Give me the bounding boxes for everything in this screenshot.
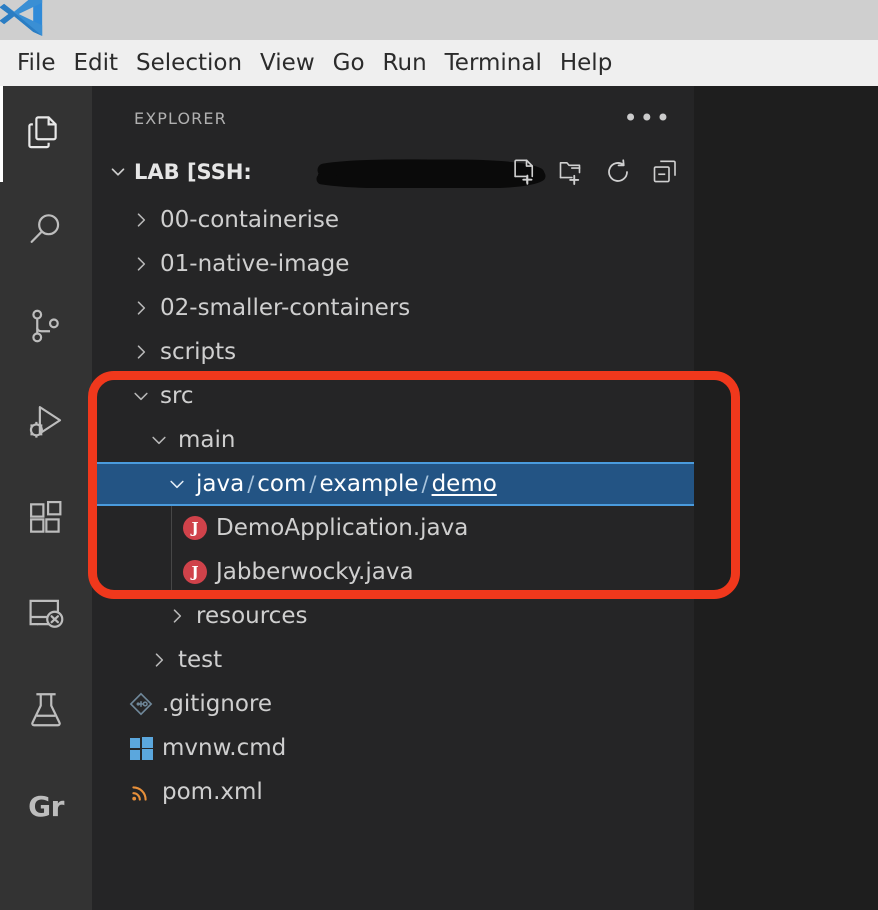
tree-item-label: src — [160, 382, 194, 409]
java-letter-badge: J — [183, 516, 207, 540]
activity-bar-item-remote-explorer[interactable] — [0, 566, 92, 662]
run-and-debug-icon — [29, 406, 62, 438]
new-file-icon[interactable] — [509, 157, 539, 187]
tree-row-gitignore[interactable]: .gitignore — [92, 682, 694, 726]
menu-item-help[interactable]: Help — [551, 48, 621, 79]
windows-logo-icon — [129, 736, 153, 760]
path-separator: / — [421, 471, 429, 496]
tree-item-label: java / com / example / demo — [196, 470, 497, 497]
indent-guide — [171, 550, 172, 594]
vscode-window: File Edit Selection View Go Run Terminal… — [0, 0, 878, 910]
menu-bar: File Edit Selection View Go Run Terminal… — [0, 40, 878, 86]
tree-item-label: .gitignore — [162, 690, 273, 717]
tree-row-demoapplication-java[interactable]: J DemoApplication.java — [92, 506, 694, 550]
tree-item-label: pom.xml — [162, 778, 263, 805]
tree-row-test[interactable]: test — [92, 638, 694, 682]
path-segment-java: java — [196, 470, 245, 497]
chevron-right-icon — [144, 645, 174, 675]
chevron-right-icon — [126, 337, 156, 367]
menu-item-file[interactable]: File — [8, 48, 65, 79]
activity-bar-item-testing[interactable] — [0, 662, 92, 758]
file-tree: 00-containerise 01-native-image 02-small… — [92, 198, 694, 814]
tree-row-main[interactable]: main — [92, 418, 694, 462]
chevron-down-icon — [126, 381, 156, 411]
chevron-right-icon — [126, 293, 156, 323]
tree-item-label: resources — [196, 602, 308, 629]
indent-guide — [171, 506, 172, 550]
editor-area — [694, 86, 878, 910]
title-bar — [0, 0, 878, 40]
gradle-text-icon: Gr — [28, 789, 64, 823]
path-separator: / — [309, 471, 317, 496]
chevron-down-icon — [162, 469, 192, 499]
chevron-right-icon — [126, 249, 156, 279]
tree-item-label: 02-smaller-containers — [160, 294, 411, 321]
path-segment-com: com — [257, 470, 307, 497]
tree-row-src[interactable]: src — [92, 374, 694, 418]
workspace-root-label: LAB [SSH: — [134, 160, 252, 184]
explorer-root-actions — [509, 150, 680, 194]
chevron-right-icon — [162, 601, 192, 631]
vscode-logo-icon — [0, 0, 43, 36]
collapse-all-icon[interactable] — [650, 157, 680, 187]
java-file-icon: J — [180, 557, 210, 587]
java-letter-badge: J — [183, 560, 207, 584]
activity-bar: Gr — [0, 86, 92, 910]
explorer-sidebar: EXPLORER ••• LAB [SSH: 00-containerise 0… — [92, 86, 694, 910]
chevron-right-icon — [126, 205, 156, 235]
source-control-branch-icon — [32, 309, 59, 343]
activity-bar-item-run-and-debug[interactable] — [0, 374, 92, 470]
tree-item-label: test — [178, 646, 223, 673]
new-folder-icon[interactable] — [556, 157, 586, 187]
menu-item-run[interactable]: Run — [374, 48, 436, 79]
menu-item-edit[interactable]: Edit — [65, 48, 128, 79]
menu-item-selection[interactable]: Selection — [127, 48, 251, 79]
menu-item-terminal[interactable]: Terminal — [436, 48, 551, 79]
windows-file-icon — [126, 733, 156, 763]
views-and-more-actions-button[interactable]: ••• — [624, 106, 672, 130]
menu-item-view[interactable]: View — [251, 48, 324, 79]
extensions-icon — [30, 500, 62, 533]
chevron-down-icon — [144, 425, 174, 455]
tree-row-02-smaller-containers[interactable]: 02-smaller-containers — [92, 286, 694, 330]
tree-item-label: main — [178, 426, 236, 453]
tree-row-01-native-image[interactable]: 01-native-image — [92, 242, 694, 286]
activity-bar-item-search[interactable] — [0, 182, 92, 278]
activity-bar-item-source-control[interactable] — [0, 278, 92, 374]
activity-bar-item-extensions[interactable] — [0, 470, 92, 566]
tree-row-pom-xml[interactable]: pom.xml — [92, 770, 694, 814]
activity-bar-item-explorer[interactable] — [0, 86, 92, 182]
path-segment-example: example — [319, 470, 419, 497]
files-icon — [28, 116, 57, 149]
tree-row-java-com-example-demo[interactable]: java / com / example / demo — [92, 462, 694, 506]
tree-item-label: 01-native-image — [160, 250, 350, 277]
tree-item-label: Jabberwocky.java — [216, 558, 414, 585]
tree-item-label: scripts — [160, 338, 237, 365]
explorer-title-bar: EXPLORER ••• — [92, 86, 694, 150]
refresh-icon[interactable] — [603, 157, 633, 187]
tree-row-jabberwocky-java[interactable]: J Jabberwocky.java — [92, 550, 694, 594]
chevron-down-icon — [104, 158, 132, 186]
tree-row-scripts[interactable]: scripts — [92, 330, 694, 374]
activity-bar-item-gradle[interactable]: Gr — [0, 758, 92, 854]
path-separator: / — [247, 471, 255, 496]
search-icon — [30, 214, 60, 243]
tree-item-label: mvnw.cmd — [162, 734, 287, 761]
tree-item-label: 00-containerise — [160, 206, 340, 233]
tree-row-resources[interactable]: resources — [92, 594, 694, 638]
tree-item-label: DemoApplication.java — [216, 514, 469, 541]
beaker-flask-icon — [31, 693, 61, 727]
remote-explorer-icon — [29, 599, 64, 628]
path-segment-demo: demo — [431, 470, 497, 497]
page-title: EXPLORER — [134, 108, 227, 128]
maven-file-icon — [126, 777, 156, 807]
tree-row-00-containerise[interactable]: 00-containerise — [92, 198, 694, 242]
tree-row-mvnw-cmd[interactable]: mvnw.cmd — [92, 726, 694, 770]
menu-item-go[interactable]: Go — [324, 48, 374, 79]
git-file-icon — [126, 689, 156, 719]
java-file-icon: J — [180, 513, 210, 543]
